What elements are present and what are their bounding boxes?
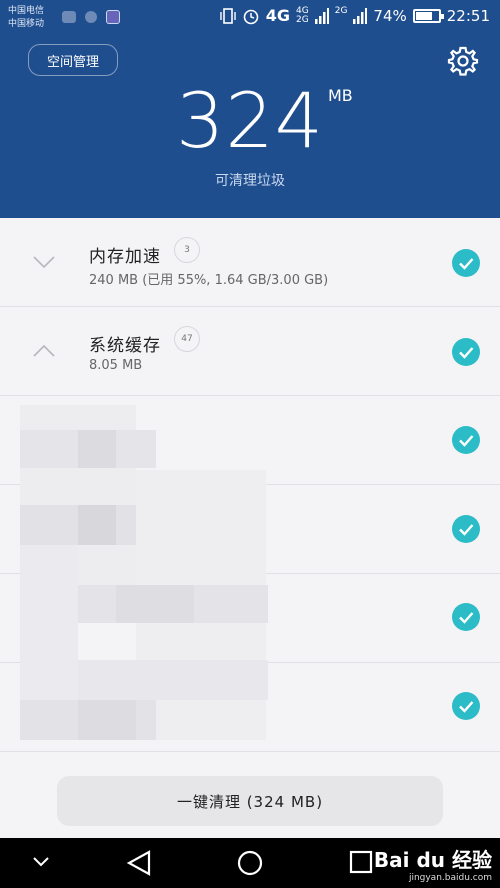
settings-gear-icon[interactable] [447,45,479,77]
item-count-badge: 47 [174,326,200,352]
list-item-system-cache[interactable]: 系统缓存 47 8.05 MB [0,307,500,396]
item-detail: 240 MB (已用 55%, 1.64 GB/3.00 GB) [89,273,329,288]
signal-icon-2 [353,7,368,24]
junk-size-unit: MB [328,86,353,105]
junk-size-display: 324 MB [0,76,500,165]
network-type: 4G [265,6,291,25]
junk-size-number: 324 [175,76,325,165]
carrier-info: 中国电信 中国移动 [8,5,44,31]
checkmark-icon[interactable] [452,249,480,277]
item-detail: 8.05 MB [89,358,143,373]
space-management-button[interactable]: 空间管理 [28,44,118,76]
item-title: 系统缓存 [89,336,161,356]
status-bar: 中国电信 中国移动 4G 4G 2G 2G 74% 22:51 [0,0,500,36]
alarm-icon [243,9,259,24]
back-icon[interactable] [125,849,153,877]
signal-label-2: 2G [334,5,348,16]
battery-icon [412,8,444,23]
checkmark-icon[interactable] [452,603,480,631]
watermark-url: jingyan.baidu.com [408,873,492,883]
chevron-up-icon[interactable] [20,327,68,375]
status-right: 4G 4G 2G 2G 74% 22:51 [220,6,490,25]
carrier-2: 中国移动 [8,19,45,29]
checkmark-icon[interactable] [452,338,480,366]
chevron-down-icon[interactable] [32,856,50,868]
watermark-brand: Bai du 经验 [373,848,492,872]
item-title: 内存加速 [89,247,161,267]
list-item-memory-boost[interactable]: 内存加速 3 240 MB (已用 55%, 1.64 GB/3.00 GB) [0,218,500,307]
chevron-down-icon[interactable] [20,238,68,286]
home-icon[interactable] [236,849,264,877]
checkmark-icon[interactable] [452,692,480,720]
checkmark-icon[interactable] [452,426,480,454]
cloud-icon [62,11,76,23]
header: 中国电信 中国移动 4G 4G 2G 2G 74% 22:51 空间管理 324… [0,0,500,218]
picture-icon [106,10,120,24]
battery-percent: 74% [373,6,407,25]
signal-label-1: 4G 2G [296,5,309,25]
app-notification-icon [85,11,97,23]
battery-level [415,11,433,20]
junk-subtitle: 可清理垃圾 [215,173,285,189]
clock: 22:51 [446,6,490,25]
checkmark-icon[interactable] [452,515,480,543]
navigation-bar: Bai du 经验 jingyan.baidu.com [0,838,500,888]
signal-icon-1 [314,7,329,24]
vibrate-icon [220,7,236,24]
carrier-1: 中国电信 [8,6,45,16]
baidu-watermark: Bai du 经验 jingyan.baidu.com [374,844,492,883]
item-count-badge: 3 [174,237,200,263]
recent-apps-icon[interactable] [348,849,374,875]
notification-icons [62,10,120,24]
one-click-clean-button[interactable]: 一键清理 (324 MB) [57,776,443,826]
